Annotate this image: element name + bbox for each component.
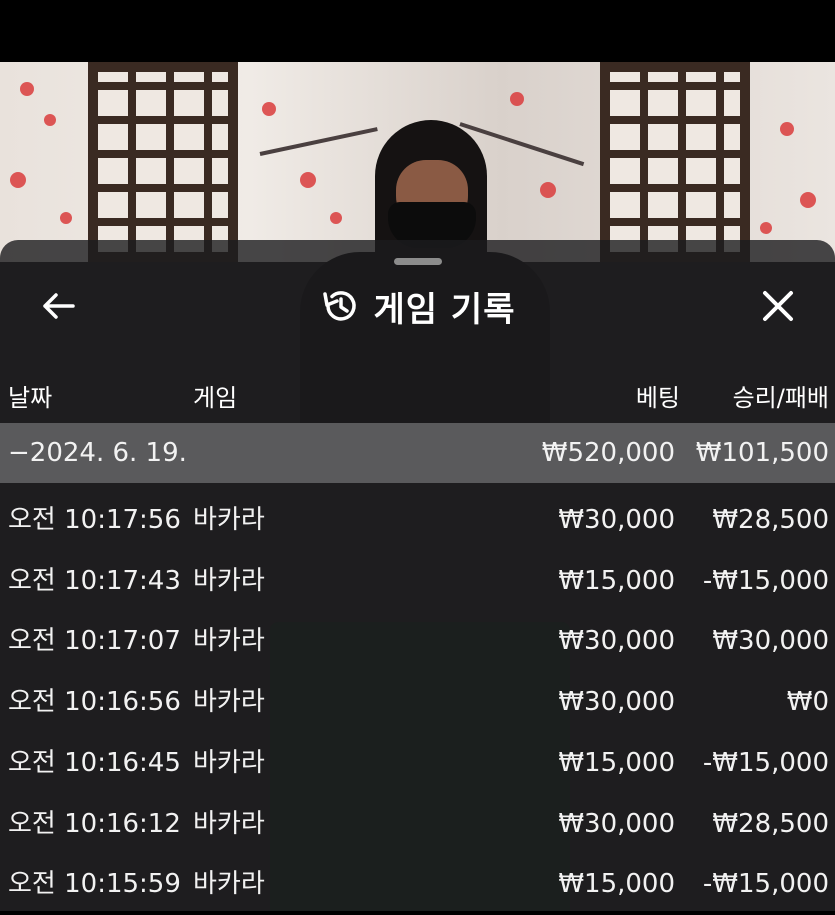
row-time: 오전 10:15:59 xyxy=(8,869,181,900)
row-result: ₩30,000 xyxy=(712,626,829,657)
blossom xyxy=(44,114,56,126)
row-result: -₩15,000 xyxy=(702,747,829,778)
row-game: 바카라 xyxy=(193,687,265,718)
row-result: -₩15,000 xyxy=(702,869,829,900)
column-header-bet: 베팅 xyxy=(635,384,680,412)
row-result: ₩28,500 xyxy=(712,808,829,839)
summary-date: −2024. 6. 19. xyxy=(8,438,187,468)
blossom xyxy=(760,222,772,234)
row-bet: ₩30,000 xyxy=(558,505,675,535)
close-icon xyxy=(763,291,793,321)
row-bet: ₩30,000 xyxy=(558,808,675,839)
row-time: 오전 10:16:45 xyxy=(8,747,181,778)
drag-handle[interactable] xyxy=(394,258,442,265)
table-row[interactable]: 오전 10:15:59 바카라 ₩15,000 -₩15,000 xyxy=(0,854,835,915)
row-time: 오전 10:16:12 xyxy=(8,808,181,839)
summary-bet-total: ₩520,000 xyxy=(541,438,675,468)
table-row[interactable]: 오전 10:16:12 바카라 ₩30,000 ₩28,500 xyxy=(0,794,835,855)
table-row[interactable]: 오전 10:17:56 바카라 ₩30,000 ₩28,500 xyxy=(0,490,835,551)
blossom xyxy=(330,212,342,224)
table-row[interactable]: 오전 10:17:07 바카라 ₩30,000 ₩30,000 xyxy=(0,611,835,672)
row-time: 오전 10:17:56 xyxy=(8,505,181,535)
blossom xyxy=(510,92,524,106)
row-time: 오전 10:17:43 xyxy=(8,565,181,596)
blossom xyxy=(780,122,794,136)
blossom xyxy=(262,102,276,116)
row-result: -₩15,000 xyxy=(702,565,829,596)
row-game: 바카라 xyxy=(193,565,265,596)
game-history-sheet: 게임 기록 날짜 게임 베팅 승리/패배 −2024. 6. 19. ₩520,… xyxy=(0,240,835,911)
date-group-summary-row[interactable]: −2024. 6. 19. ₩520,000 ₩101,500 xyxy=(0,423,835,483)
column-header-game: 게임 xyxy=(193,384,238,412)
row-time: 오전 10:17:07 xyxy=(8,626,181,657)
row-result: ₩28,500 xyxy=(712,505,829,535)
blossom xyxy=(20,82,34,96)
history-icon xyxy=(322,291,356,321)
row-bet: ₩15,000 xyxy=(558,747,675,778)
blossom xyxy=(60,212,72,224)
summary-result-total: ₩101,500 xyxy=(695,438,829,468)
row-bet: ₩15,000 xyxy=(558,565,675,596)
table-row[interactable]: 오전 10:16:56 바카라 ₩30,000 ₩0 xyxy=(0,672,835,733)
table-row[interactable]: 오전 10:17:43 바카라 ₩15,000 -₩15,000 xyxy=(0,551,835,612)
row-game: 바카라 xyxy=(193,747,265,778)
column-header-date: 날짜 xyxy=(8,384,53,412)
row-bet: ₩30,000 xyxy=(558,626,675,657)
row-game: 바카라 xyxy=(193,808,265,839)
row-game: 바카라 xyxy=(193,626,265,657)
close-button[interactable] xyxy=(756,286,800,326)
sheet-title: 게임 기록 xyxy=(373,289,516,330)
lattice-screen-right xyxy=(600,62,750,262)
table-row[interactable]: 오전 10:16:45 바카라 ₩15,000 -₩15,000 xyxy=(0,733,835,794)
column-header-result: 승리/패배 xyxy=(732,384,829,412)
sheet-header: 게임 기록 xyxy=(0,284,835,330)
row-time: 오전 10:16:56 xyxy=(8,687,181,718)
row-game: 바카라 xyxy=(193,505,265,535)
blossom xyxy=(300,172,316,188)
row-game: 바카라 xyxy=(193,869,265,900)
row-result: ₩0 xyxy=(786,687,829,718)
blossom xyxy=(540,182,556,198)
lattice-screen-left xyxy=(88,62,238,262)
blossom xyxy=(800,192,816,208)
row-bet: ₩15,000 xyxy=(558,869,675,900)
row-bet: ₩30,000 xyxy=(558,687,675,718)
blossom xyxy=(10,172,26,188)
